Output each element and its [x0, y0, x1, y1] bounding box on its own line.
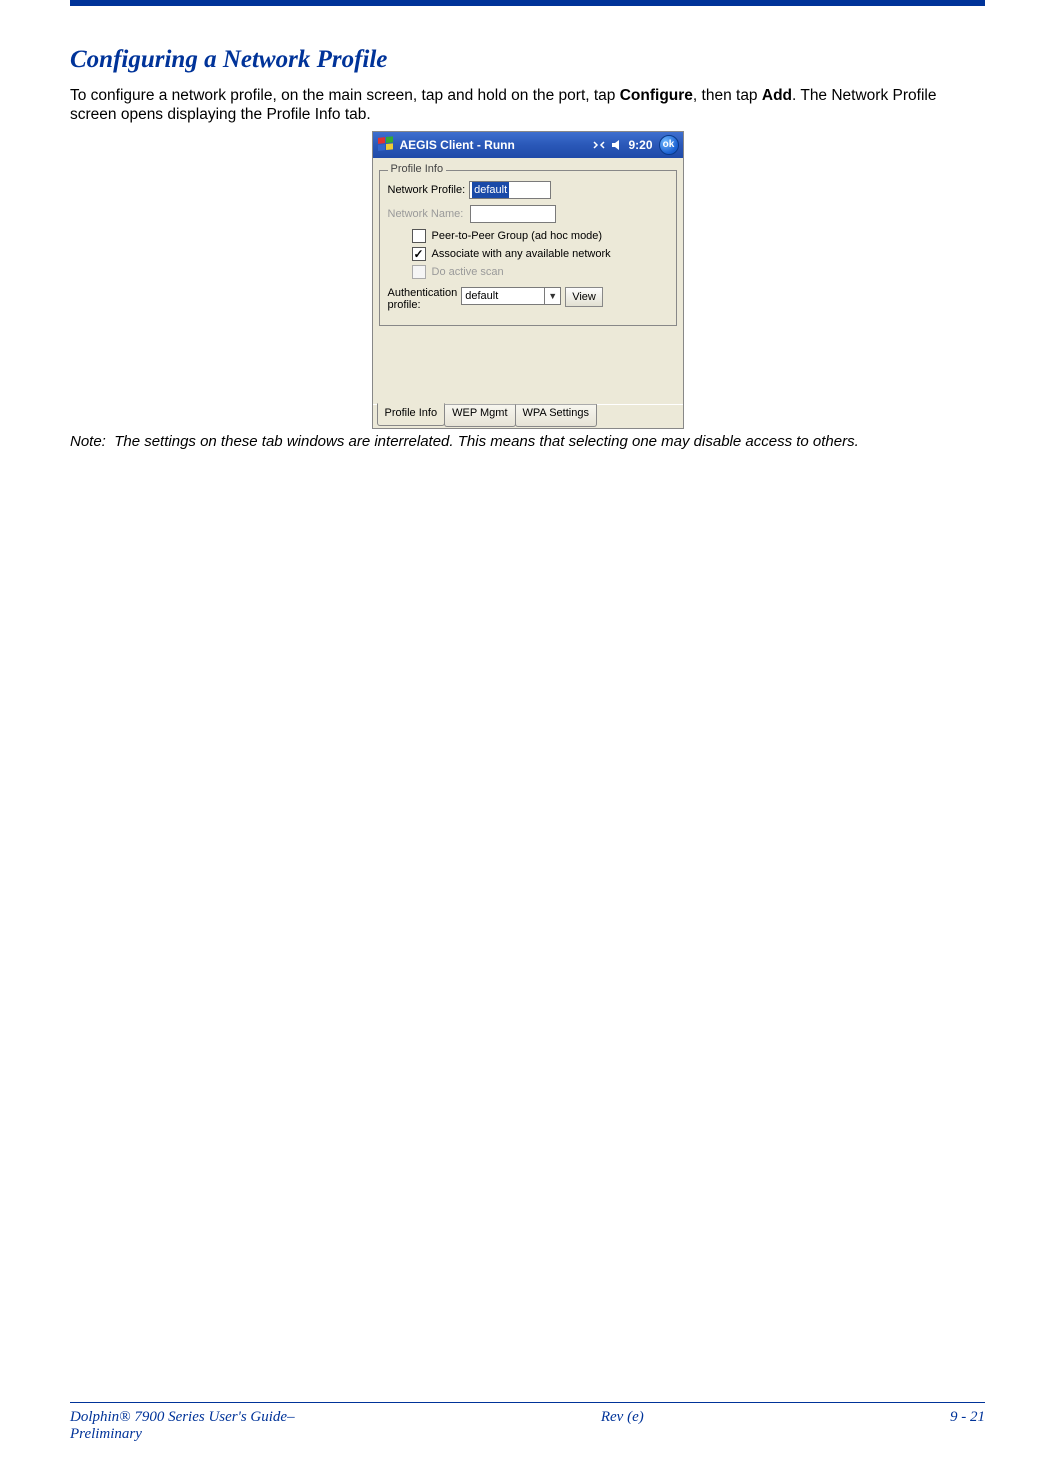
- note-paragraph: Note: The settings on these tab windows …: [70, 433, 985, 450]
- peer-to-peer-row: Peer-to-Peer Group (ad hoc mode): [412, 229, 668, 243]
- associate-row: Associate with any available network: [412, 247, 668, 261]
- auth-label-line2: profile:: [388, 299, 421, 311]
- active-scan-label: Do active scan: [432, 266, 504, 278]
- auth-profile-label: Authentication profile:: [388, 287, 458, 311]
- auth-label-line1: Authentication: [388, 287, 458, 299]
- fieldset-legend: Profile Info: [388, 163, 447, 175]
- tab-wep-mgmt[interactable]: WEP Mgmt: [444, 404, 515, 427]
- peer-to-peer-checkbox[interactable]: [412, 229, 426, 243]
- pocketpc-window: AEGIS Client - Runn 9:20 ok Profile Info: [372, 131, 684, 429]
- active-scan-row: Do active scan: [412, 265, 668, 279]
- peer-to-peer-label: Peer-to-Peer Group (ad hoc mode): [432, 230, 603, 242]
- view-button[interactable]: View: [565, 287, 603, 307]
- top-rule: [70, 0, 985, 6]
- footer-center: Rev (e): [601, 1409, 644, 1443]
- footer-rule: [70, 1402, 985, 1403]
- auth-profile-row: Authentication profile: default ▼ View: [388, 287, 668, 311]
- footer-left: Dolphin® 7900 Series User's Guide– Preli…: [70, 1409, 295, 1443]
- window-body: Profile Info Network Profile: default Ne…: [373, 158, 683, 404]
- clock-time[interactable]: 9:20: [628, 138, 652, 152]
- intro-paragraph: To configure a network profile, on the m…: [70, 86, 985, 125]
- tab-strip: Profile Info WEP Mgmt WPA Settings: [373, 404, 683, 428]
- section-heading: Configuring a Network Profile: [70, 46, 985, 74]
- window-titlebar: AEGIS Client - Runn 9:20 ok: [373, 132, 683, 158]
- network-profile-value: default: [472, 182, 509, 198]
- footer-page-number: 9 - 21: [950, 1409, 985, 1443]
- page-footer: Dolphin® 7900 Series User's Guide– Preli…: [70, 1402, 985, 1443]
- network-name-input[interactable]: [470, 205, 556, 223]
- screenshot-container: AEGIS Client - Runn 9:20 ok Profile Info: [70, 131, 985, 429]
- auth-profile-select[interactable]: default ▼: [461, 287, 561, 305]
- associate-checkbox[interactable]: [412, 247, 426, 261]
- chevron-down-icon[interactable]: ▼: [544, 288, 560, 304]
- auth-profile-value: default: [465, 290, 498, 302]
- connectivity-icon[interactable]: [592, 138, 606, 152]
- active-scan-checkbox: [412, 265, 426, 279]
- network-name-row: Network Name:: [388, 205, 668, 223]
- network-profile-label: Network Profile:: [388, 184, 466, 196]
- intro-text-1: To configure a network profile, on the m…: [70, 87, 620, 104]
- intro-text-2: , then tap: [693, 87, 762, 104]
- note-text: The settings on these tab windows are in…: [114, 433, 859, 450]
- intro-bold-add: Add: [762, 87, 792, 104]
- intro-bold-configure: Configure: [620, 87, 693, 104]
- note-label: Note:: [70, 433, 106, 450]
- footer-title: Dolphin® 7900 Series User's Guide–: [70, 1409, 295, 1425]
- speaker-icon[interactable]: [610, 138, 624, 152]
- start-flag-icon[interactable]: [377, 136, 395, 154]
- profile-info-fieldset: Profile Info Network Profile: default Ne…: [379, 170, 677, 326]
- network-name-label: Network Name:: [388, 208, 464, 220]
- associate-label: Associate with any available network: [432, 248, 611, 260]
- ok-button[interactable]: ok: [659, 135, 679, 155]
- tab-wpa-settings[interactable]: WPA Settings: [515, 404, 597, 427]
- tab-profile-info[interactable]: Profile Info: [377, 403, 446, 426]
- footer-subtitle: Preliminary: [70, 1426, 142, 1442]
- window-title: AEGIS Client - Runn: [400, 138, 593, 152]
- network-profile-row: Network Profile: default: [388, 181, 668, 199]
- network-profile-input[interactable]: default: [469, 181, 551, 199]
